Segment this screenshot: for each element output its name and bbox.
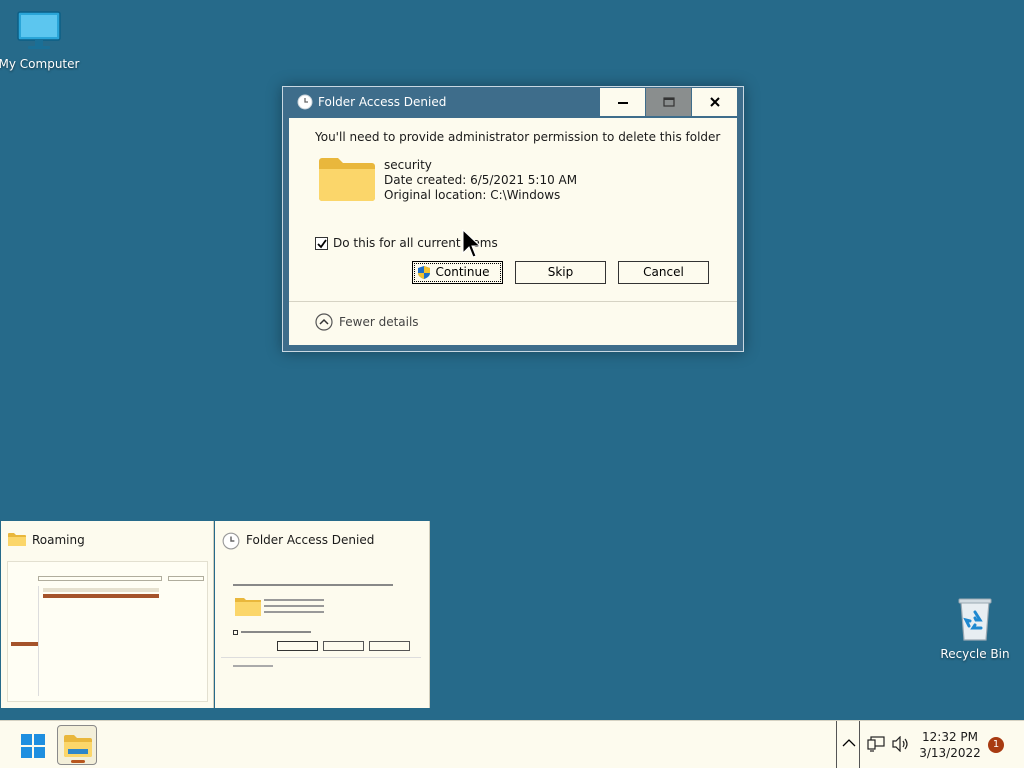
close-button[interactable] xyxy=(691,88,737,116)
cancel-button[interactable]: Cancel xyxy=(618,261,709,284)
recycle-bin-desktop-icon[interactable]: Recycle Bin xyxy=(933,596,1017,661)
thumbnail-title: Folder Access Denied xyxy=(246,533,375,547)
continue-label: Continue xyxy=(435,265,490,279)
network-icon[interactable] xyxy=(867,736,885,752)
chevron-up-icon xyxy=(842,739,856,747)
folder-icon xyxy=(8,533,26,546)
dialog-message: You'll need to provide administrator per… xyxy=(315,130,721,144)
thumbnail-roaming[interactable]: Roaming xyxy=(1,521,214,708)
my-computer-desktop-icon[interactable]: My Computer xyxy=(0,10,81,71)
clock-icon xyxy=(222,532,240,550)
dialog-preview xyxy=(221,569,423,679)
checkbox-box[interactable] xyxy=(315,237,328,250)
mouse-pointer-icon xyxy=(462,229,482,258)
clock-date: 3/13/2022 xyxy=(919,746,981,760)
notification-badge[interactable]: 1 xyxy=(988,737,1004,753)
checkmark-icon xyxy=(317,239,327,249)
chevron-up-circle-icon xyxy=(315,313,333,331)
active-indicator xyxy=(71,760,85,763)
dialog-divider xyxy=(289,301,737,302)
thumbnail-title: Roaming xyxy=(32,533,85,547)
dialog-body: You'll need to provide administrator per… xyxy=(289,118,737,345)
folder-icon xyxy=(319,158,375,201)
close-icon xyxy=(710,97,720,107)
item-date-created: Date created: 6/5/2021 5:10 AM xyxy=(384,173,578,187)
recycle-bin-icon xyxy=(958,598,992,641)
folder-icon xyxy=(235,598,261,616)
continue-button[interactable]: Continue xyxy=(412,261,503,284)
taskbar: 12:32 PM 3/13/2022 1 xyxy=(0,720,1024,768)
clock-time: 12:32 PM xyxy=(922,730,978,744)
monitor-icon xyxy=(17,11,61,49)
minimize-button[interactable] xyxy=(599,88,645,116)
minimize-icon xyxy=(618,102,628,104)
file-explorer-icon xyxy=(64,735,92,757)
skip-button[interactable]: Skip xyxy=(515,261,606,284)
clock-icon xyxy=(297,94,313,110)
dialog-title: Folder Access Denied xyxy=(318,95,447,109)
folder-access-denied-dialog: Folder Access Denied You'll need to prov… xyxy=(282,86,744,352)
uac-shield-icon xyxy=(418,266,430,279)
dialog-title-bar[interactable]: Folder Access Denied xyxy=(283,87,743,117)
thumbnail-folder-access-denied[interactable]: Folder Access Denied xyxy=(215,521,430,708)
recycle-bin-label: Recycle Bin xyxy=(940,647,1010,661)
roaming-window-preview xyxy=(7,561,208,702)
file-explorer-taskbar-button[interactable] xyxy=(57,725,97,765)
fewer-details-label: Fewer details xyxy=(339,315,419,329)
my-computer-label: My Computer xyxy=(0,57,80,71)
maximize-icon xyxy=(663,97,675,107)
item-details: security Date created: 6/5/2021 5:10 AM … xyxy=(384,158,577,203)
windows-start-icon[interactable] xyxy=(21,734,45,758)
show-hidden-icons-button[interactable] xyxy=(836,721,860,768)
clock[interactable]: 12:32 PM 3/13/2022 xyxy=(905,729,995,761)
maximize-button[interactable] xyxy=(645,88,691,116)
item-original-location: Original location: C:\Windows xyxy=(384,188,561,202)
item-name: security xyxy=(384,158,432,172)
